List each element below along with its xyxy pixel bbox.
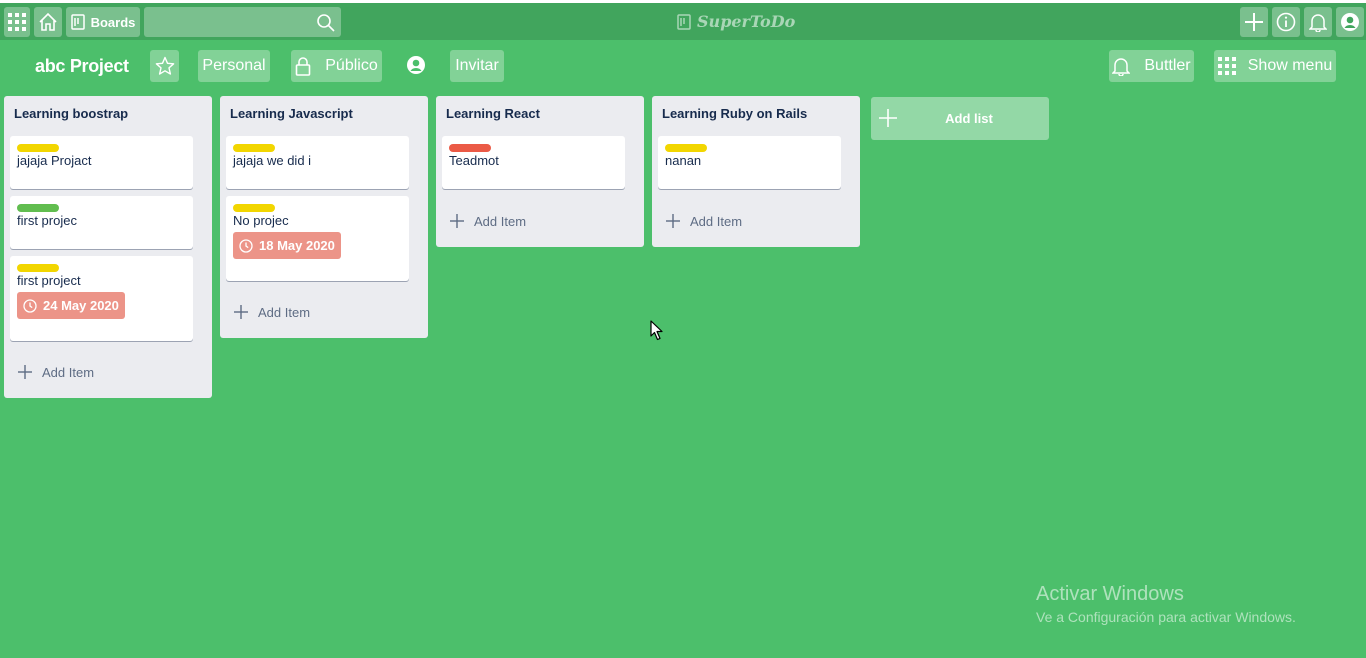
grid-icon [1217,57,1236,75]
list-learning-boostrap: Learning boostrap jajaja Projact first p… [4,96,212,398]
home-button[interactable] [34,7,62,37]
home-icon [39,12,57,31]
card-title: jajaja we did i [233,153,312,168]
card-title: No projec [233,213,289,228]
butler-button[interactable]: Buttler [1109,50,1194,82]
card-label [233,204,275,212]
bell-icon [1309,14,1327,32]
mouse-cursor-icon [650,320,663,341]
add-item-button[interactable]: Add Item [666,211,742,231]
due-date-text: 24 May 2020 [43,298,119,313]
add-item-label: Add Item [42,364,95,380]
notifications-button[interactable] [1304,7,1332,37]
card-label [17,144,59,152]
app-logo[interactable]: SuperToDo [677,12,795,31]
create-button[interactable] [1240,7,1268,37]
card-label [449,144,491,152]
card-label [17,264,59,272]
invite-button[interactable]: Invitar [450,50,504,82]
account-button[interactable] [1336,7,1364,37]
personal-label: Personal [202,57,266,74]
board-title[interactable]: abc Project [35,53,129,79]
logo-text: SuperToDo [697,12,796,31]
list-learning-react: Learning React Teadmot Add Item [436,96,644,247]
card-title: nanan [665,153,702,168]
card[interactable]: jajaja Projact [10,136,193,189]
info-icon [1276,12,1296,32]
card-title: first projec [17,213,77,228]
card-label [17,204,59,212]
board-icon [677,13,691,30]
board-icon [70,14,85,30]
search-icon [317,14,335,32]
top-bar: Boards SuperToDo [0,0,1366,40]
butler-label: Buttler [1144,57,1191,74]
plus-icon [18,365,32,379]
bell-icon [1112,58,1131,76]
card-title: jajaja Projact [17,153,92,168]
watermark-title: Activar Windows [1036,583,1184,605]
visibility-button[interactable]: Público [291,50,382,82]
watermark-subtitle: Ve a Configuración para activar Windows. [1036,609,1296,625]
list-title[interactable]: Learning Ruby on Rails [662,106,807,121]
team-personal-button[interactable]: Personal [198,50,270,82]
add-item-button[interactable]: Add Item [450,211,526,231]
due-date-badge[interactable]: 24 May 2020 [17,292,125,319]
list-learning-javascript: Learning Javascript jajaja we did i No p… [220,96,428,338]
star-icon [155,56,174,75]
add-item-label: Add Item [474,213,527,229]
card[interactable]: nanan [658,136,841,189]
add-list-button[interactable]: Add list [871,97,1049,140]
star-board-button[interactable] [150,50,179,82]
search-input[interactable] [144,7,341,37]
clock-icon [239,238,253,253]
clock-icon [23,298,37,313]
card[interactable]: first projec [10,196,193,249]
add-list-label: Add list [945,111,993,126]
add-item-button[interactable]: Add Item [234,302,310,322]
card[interactable]: first project 24 May 2020 [10,256,193,341]
due-date-badge[interactable]: 18 May 2020 [233,232,341,259]
list-learning-ruby-on-rails: Learning Ruby on Rails nanan Add Item [652,96,860,247]
card-title: Teadmot [449,153,499,168]
plus-icon [1245,13,1263,31]
plus-icon [666,214,680,228]
invite-label: Invitar [455,57,499,74]
show-menu-button[interactable]: Show menu [1214,50,1336,82]
visibility-label: Público [325,57,378,74]
due-date-text: 18 May 2020 [259,238,335,253]
grid-icon [8,13,26,31]
add-item-label: Add Item [690,213,743,229]
card[interactable]: Teadmot [442,136,625,189]
list-title[interactable]: Learning boostrap [14,106,128,121]
boards-button[interactable]: Boards [66,7,140,37]
show-menu-label: Show menu [1247,57,1333,74]
plus-icon [450,214,464,228]
add-item-label: Add Item [258,304,311,320]
card-title: first project [17,273,81,288]
boards-label: Boards [90,14,136,30]
member-avatar-icon[interactable] [406,55,426,75]
apps-grid-button[interactable] [4,7,30,37]
card[interactable]: No projec 18 May 2020 [226,196,409,281]
info-button[interactable] [1272,7,1300,37]
card[interactable]: jajaja we did i [226,136,409,189]
windows-activation-watermark: Activar Windows Ve a Configuración para … [1036,583,1296,625]
card-label [665,144,707,152]
add-item-button[interactable]: Add Item [18,362,94,382]
lock-icon [295,57,311,76]
list-title[interactable]: Learning Javascript [230,106,353,121]
user-avatar-icon [1341,13,1359,31]
plus-icon [234,305,248,319]
list-title[interactable]: Learning React [446,106,540,121]
card-label [233,144,275,152]
